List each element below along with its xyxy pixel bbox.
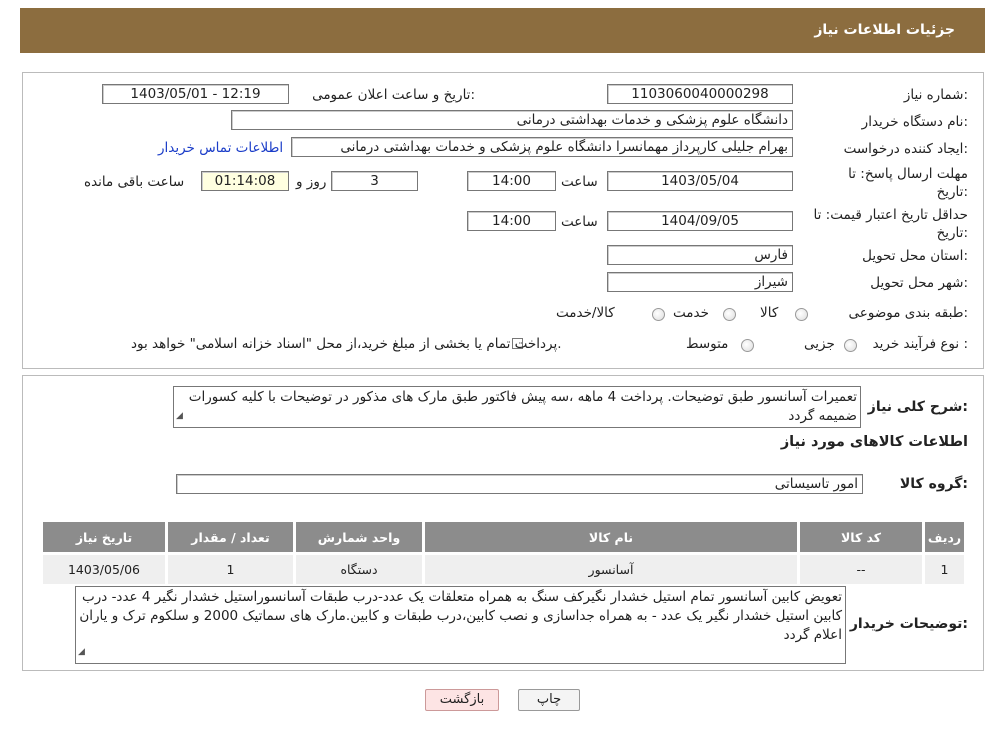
deadline-time-label: ساعت bbox=[561, 174, 598, 190]
page-title: جزئیات اطلاعات نیاز bbox=[814, 22, 955, 38]
category-goods-service-label: کالا/خدمت bbox=[556, 305, 615, 321]
items-table: ردیف کد کالا نام کالا واحد شمارش تعداد /… bbox=[40, 519, 967, 587]
description-textarea[interactable]: تعمیرات آسانسور طبق توضیحات. پرداخت 4 ما… bbox=[173, 386, 861, 428]
cell-code: -- bbox=[797, 552, 925, 587]
back-button[interactable]: بازگشت bbox=[425, 689, 499, 711]
city-label: شهر محل تحویل: bbox=[870, 275, 968, 291]
province-field: فارس bbox=[607, 245, 793, 265]
category-goods-label: کالا bbox=[760, 305, 779, 321]
print-button[interactable]: چاپ bbox=[518, 689, 580, 711]
cell-row: 1 bbox=[922, 552, 967, 587]
province-label: استان محل تحویل: bbox=[862, 248, 968, 264]
category-service-label: خدمت bbox=[673, 305, 709, 321]
resize-grip-icon[interactable]: ◢ bbox=[176, 407, 183, 426]
process-label: نوع فرآیند خرید : bbox=[872, 336, 968, 352]
goods-group-field: امور تاسیساتی bbox=[176, 474, 863, 494]
table-row: 1 -- آسانسور دستگاه 1 1403/05/06 bbox=[40, 552, 967, 587]
col-unit: واحد شمارش bbox=[293, 519, 425, 555]
process-medium-label: متوسط bbox=[686, 336, 729, 352]
cell-need-date: 1403/05/06 bbox=[40, 552, 168, 587]
buyer-notes-textarea[interactable]: تعویض کابین آسانسور تمام استیل خشدار نگی… bbox=[75, 586, 846, 664]
category-service-radio[interactable] bbox=[723, 308, 736, 321]
treasury-note: پرداخت تمام یا بخشی از مبلغ خرید،از محل … bbox=[131, 336, 562, 352]
deadline-date-field: 1403/05/04 bbox=[607, 171, 793, 191]
page-header: جزئیات اطلاعات نیاز bbox=[20, 8, 985, 53]
cell-quantity: 1 bbox=[165, 552, 296, 587]
buyer-notes-text: تعویض کابین آسانسور تمام استیل خشدار نگی… bbox=[79, 589, 842, 643]
process-minor-radio[interactable] bbox=[844, 339, 857, 352]
col-name: نام کالا bbox=[422, 519, 800, 555]
resize-grip-icon[interactable]: ◢ bbox=[78, 643, 85, 662]
description-label: شرح کلی نیاز: bbox=[867, 399, 968, 415]
days-label: روز و bbox=[296, 174, 327, 190]
col-row: ردیف bbox=[922, 519, 967, 555]
category-goods-service-radio[interactable] bbox=[652, 308, 665, 321]
category-goods-radio[interactable] bbox=[795, 308, 808, 321]
announce-field: 1403/05/01 - 12:19 bbox=[102, 84, 289, 104]
buyer-org-field: دانشگاه علوم پزشکی و خدمات بهداشتی درمان… bbox=[231, 110, 793, 130]
cell-name: آسانسور bbox=[422, 552, 800, 587]
col-need-date: تاریخ نیاز bbox=[40, 519, 168, 555]
contact-buyer-link[interactable]: اطلاعات تماس خریدار bbox=[158, 140, 283, 156]
city-field: شیراز bbox=[607, 272, 793, 292]
process-minor-label: جزیی bbox=[804, 336, 835, 352]
need-number-field: 1103060040000298 bbox=[607, 84, 793, 104]
buyer-notes-label: توضیحات خریدار: bbox=[849, 616, 968, 632]
process-medium-radio[interactable] bbox=[741, 339, 754, 352]
announce-label: تاریخ و ساعت اعلان عمومی: bbox=[312, 87, 475, 103]
validity-time-label: ساعت bbox=[561, 214, 598, 230]
validity-date-field: 1404/09/05 bbox=[607, 211, 793, 231]
description-text: تعمیرات آسانسور طبق توضیحات. پرداخت 4 ما… bbox=[188, 389, 857, 424]
cell-unit: دستگاه bbox=[293, 552, 425, 587]
items-section-title: اطلاعات کالاهای مورد نیاز bbox=[780, 434, 968, 450]
category-label: طبقه بندی موضوعی: bbox=[848, 305, 968, 321]
creator-field: بهرام جلیلی کارپرداز مهمانسرا دانشگاه عل… bbox=[291, 137, 793, 157]
buyer-org-label: نام دستگاه خریدار: bbox=[861, 114, 968, 130]
remaining-label: ساعت باقی مانده bbox=[84, 174, 185, 190]
creator-label: ایجاد کننده درخواست: bbox=[843, 141, 968, 157]
validity-label: حداقل تاریخ اعتبار قیمت: تا تاریخ: bbox=[813, 207, 968, 241]
col-quantity: تعداد / مقدار bbox=[165, 519, 296, 555]
validity-time-field: 14:00 bbox=[467, 211, 556, 231]
goods-group-label: گروه کالا: bbox=[899, 476, 968, 492]
need-number-label: شماره نیاز: bbox=[903, 87, 968, 103]
deadline-label: مهلت ارسال پاسخ: تا تاریخ: bbox=[848, 166, 968, 200]
col-code: کد کالا bbox=[797, 519, 925, 555]
deadline-time-field: 14:00 bbox=[467, 171, 556, 191]
days-field: 3 bbox=[331, 171, 418, 191]
remaining-time-field: 01:14:08 bbox=[201, 171, 289, 191]
